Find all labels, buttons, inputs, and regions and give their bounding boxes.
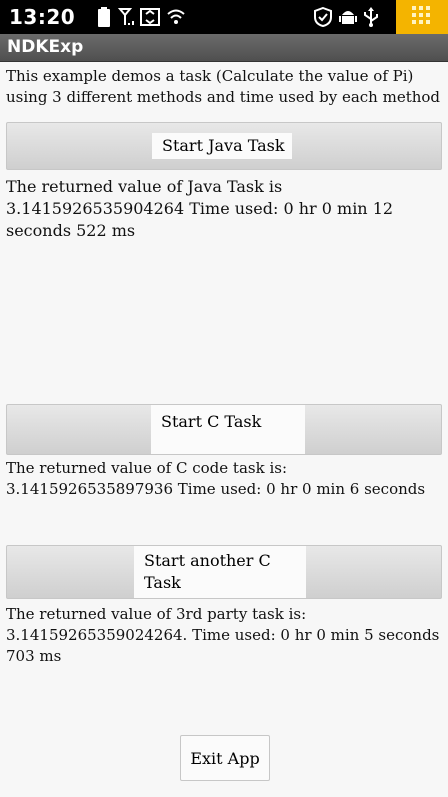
data-icon bbox=[140, 7, 160, 27]
third-party-task-result: The returned value of 3rd party task is:… bbox=[6, 605, 440, 665]
app-grid-icon[interactable] bbox=[396, 0, 448, 34]
exit-app-button[interactable]: Exit App bbox=[180, 735, 270, 781]
start-another-c-task-button[interactable]: Start another C Task bbox=[6, 545, 442, 599]
app-screen: 13:20 NDKExp This example demos a task (… bbox=[0, 0, 448, 797]
app-title: NDKExp bbox=[7, 37, 84, 57]
java-task-result: The returned value of Java Task is 3.141… bbox=[6, 177, 394, 240]
start-another-c-task-label: Start another C Task bbox=[134, 546, 306, 598]
c-task-result: The returned value of C code task is: 3.… bbox=[6, 459, 426, 498]
status-bar: 13:20 bbox=[0, 0, 448, 34]
signal-icon bbox=[118, 7, 138, 27]
wifi-icon bbox=[166, 7, 186, 27]
start-c-task-label: Start C Task bbox=[151, 405, 305, 454]
title-bar: NDKExp bbox=[0, 34, 448, 62]
intro-text: This example demos a task (Calculate the… bbox=[6, 67, 441, 106]
start-java-task-button[interactable]: Start Java Task bbox=[6, 122, 442, 170]
usb-icon bbox=[362, 7, 380, 27]
start-c-task-button[interactable]: Start C Task bbox=[6, 404, 442, 455]
shield-icon bbox=[313, 7, 333, 27]
battery-icon bbox=[98, 7, 110, 27]
status-time: 13:20 bbox=[9, 5, 76, 29]
android-icon bbox=[338, 7, 358, 27]
start-java-task-label: Start Java Task bbox=[152, 133, 292, 159]
